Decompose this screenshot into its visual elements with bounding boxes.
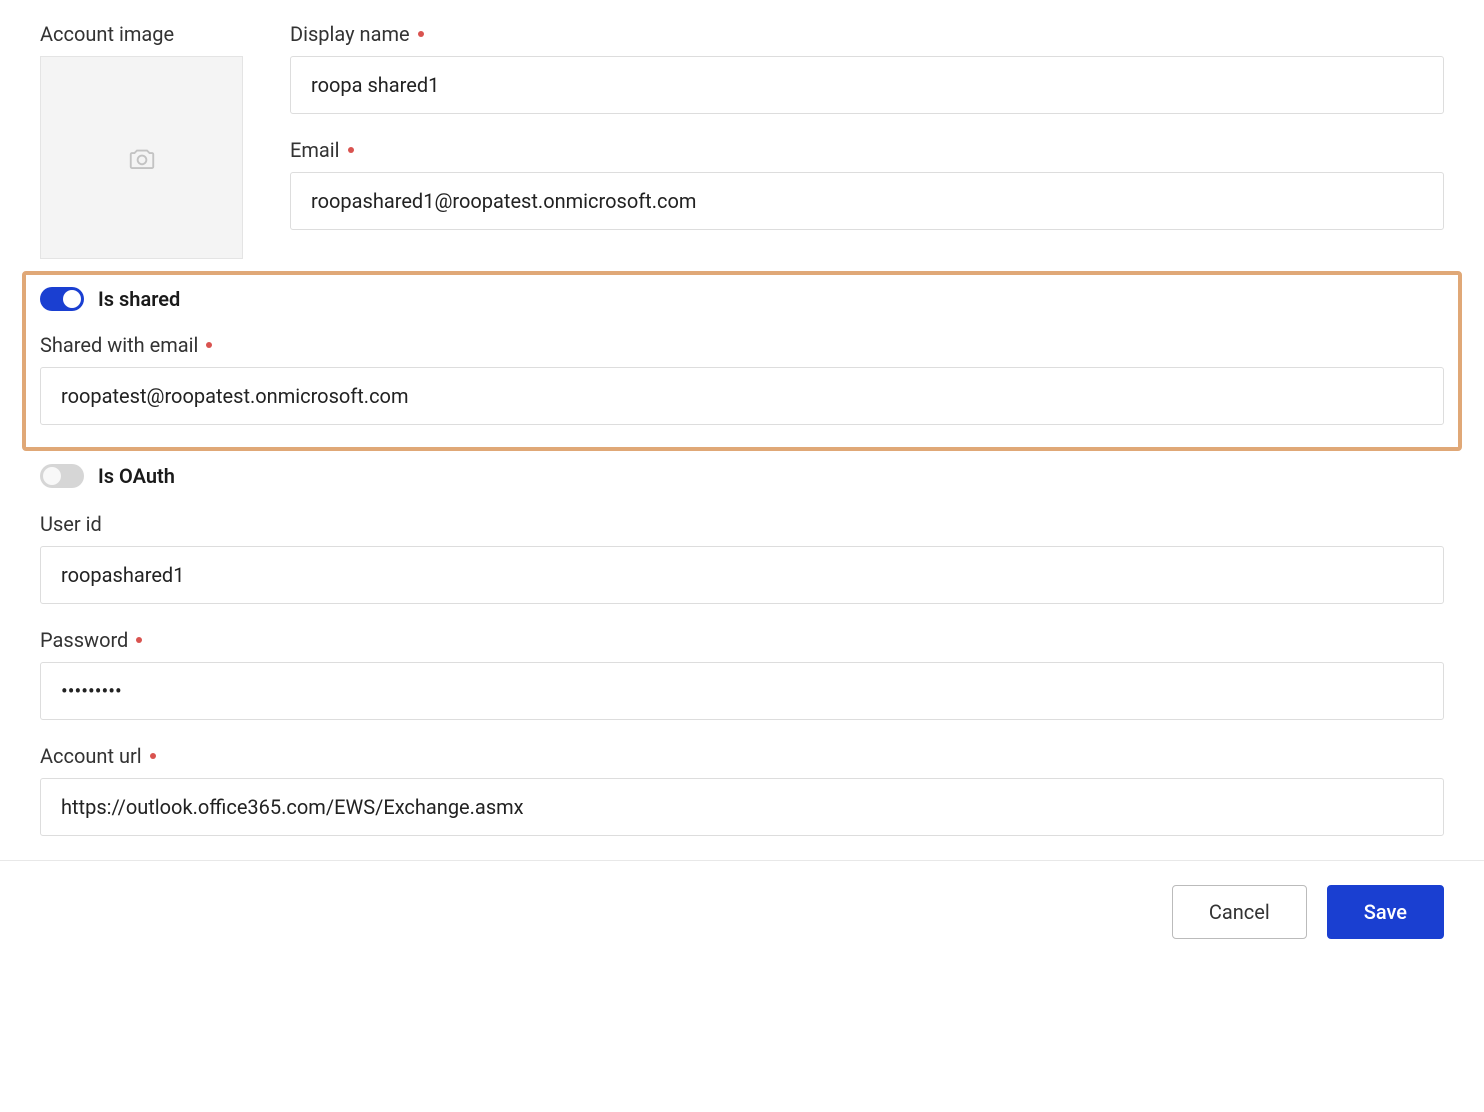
footer-actions: Cancel Save [0, 860, 1484, 963]
user-id-input[interactable] [40, 546, 1444, 604]
shared-with-email-label-text: Shared with email [40, 333, 198, 357]
shared-with-email-input[interactable] [40, 367, 1444, 425]
account-image-label: Account image [40, 22, 270, 46]
email-label-text: Email [290, 138, 340, 162]
display-name-label: Display name [290, 22, 1444, 46]
password-group: Password [40, 628, 1444, 720]
password-label: Password [40, 628, 1444, 652]
user-id-label-text: User id [40, 512, 102, 536]
display-name-group: Display name [290, 22, 1444, 114]
user-id-group: User id [40, 512, 1444, 604]
account-image-placeholder[interactable] [40, 56, 243, 259]
toggle-knob [43, 467, 61, 485]
top-row: Account image Display name Email [40, 22, 1444, 259]
required-indicator-icon [206, 342, 212, 348]
display-name-input[interactable] [290, 56, 1444, 114]
top-fields-column: Display name Email [290, 22, 1444, 259]
shared-with-email-group: Shared with email [40, 333, 1444, 425]
is-oauth-label: Is OAuth [98, 464, 175, 488]
is-oauth-toggle-row: Is OAuth [40, 464, 1444, 488]
user-id-label: User id [40, 512, 1444, 536]
required-indicator-icon [418, 31, 424, 37]
account-image-column: Account image [40, 22, 270, 259]
account-url-label-text: Account url [40, 744, 142, 768]
save-button[interactable]: Save [1327, 885, 1444, 939]
account-url-group: Account url [40, 744, 1444, 836]
shared-with-email-label: Shared with email [40, 333, 1444, 357]
camera-icon [127, 143, 157, 173]
form-container: Account image Display name Email [0, 0, 1484, 836]
is-shared-highlight-box: Is shared Shared with email [22, 271, 1462, 451]
cancel-button[interactable]: Cancel [1172, 885, 1307, 939]
is-shared-toggle[interactable] [40, 287, 84, 311]
email-group: Email [290, 138, 1444, 230]
password-input[interactable] [40, 662, 1444, 720]
email-input[interactable] [290, 172, 1444, 230]
account-url-input[interactable] [40, 778, 1444, 836]
required-indicator-icon [136, 637, 142, 643]
is-shared-toggle-row: Is shared [40, 287, 1444, 311]
required-indicator-icon [348, 147, 354, 153]
account-url-label: Account url [40, 744, 1444, 768]
is-oauth-toggle[interactable] [40, 464, 84, 488]
account-image-label-text: Account image [40, 22, 174, 46]
password-label-text: Password [40, 628, 128, 652]
is-shared-label: Is shared [98, 287, 180, 311]
display-name-label-text: Display name [290, 22, 410, 46]
is-oauth-section: Is OAuth [40, 459, 1444, 488]
toggle-knob [63, 290, 81, 308]
email-label: Email [290, 138, 1444, 162]
required-indicator-icon [150, 753, 156, 759]
